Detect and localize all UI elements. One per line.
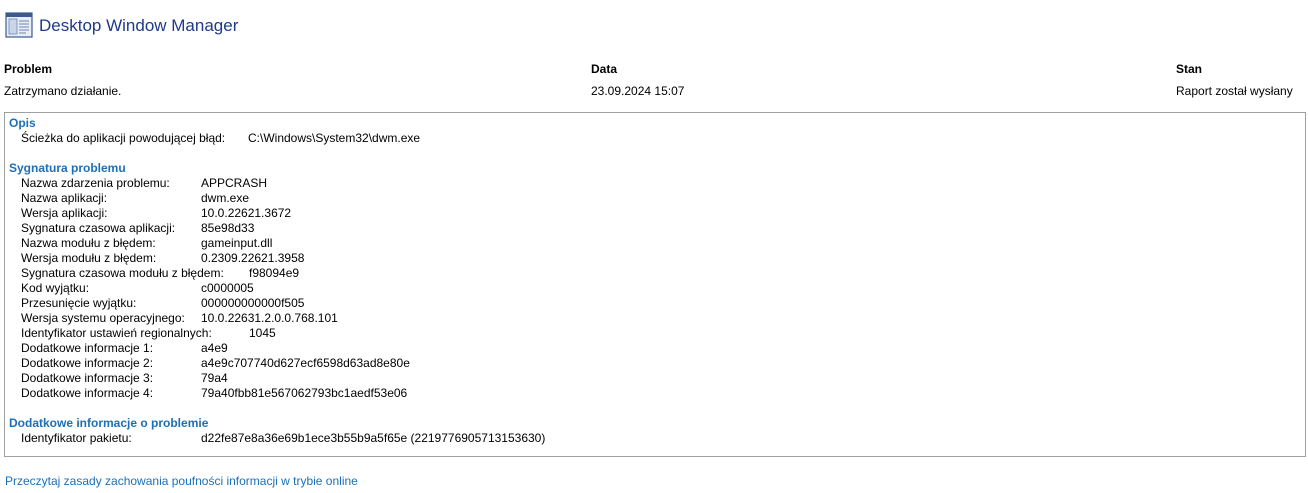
- problem-header: Problem: [4, 62, 53, 76]
- row-value: c0000005: [201, 281, 254, 295]
- row-value: APPCRASH: [201, 176, 268, 190]
- row-label: Identyfikator pakietu:: [21, 431, 132, 445]
- details-panel: Opis Ścieżka do aplikacji powodującej bł…: [4, 112, 1306, 457]
- row-value: 10.0.22631.2.0.0.768.101: [201, 311, 338, 325]
- date-header: Data: [591, 62, 618, 76]
- status-column: Stan Raport został wysłany: [1176, 62, 1293, 98]
- description-title: Opis: [9, 116, 36, 130]
- row-value: 0.2309.22621.3958: [201, 251, 305, 265]
- row-label: Nazwa modułu z błędem:: [21, 236, 156, 250]
- row-label: Dodatkowe informacje 1:: [21, 341, 154, 355]
- row-label: Wersja aplikacji:: [21, 206, 108, 220]
- row-value: a4e9c707740d627ecf6598d63ad8e80e: [201, 356, 410, 370]
- row-label: Nazwa zdarzenia problemu:: [21, 176, 170, 190]
- row-value: d22fe87e8a36e69b1ece3b55b9a5f65e (221977…: [201, 431, 546, 445]
- row-value: 79a40fbb81e567062793bc1aedf53e06: [201, 386, 408, 400]
- status-header: Stan: [1176, 62, 1203, 76]
- date-value: 23.09.2024 15:07: [591, 84, 685, 98]
- page-title: Desktop Window Manager: [39, 16, 239, 35]
- row-value: 10.0.22621.3672: [201, 206, 292, 220]
- row-value: a4e9: [201, 341, 228, 355]
- row-label: Ścieżka do aplikacji powodującej błąd:: [21, 131, 226, 145]
- problem-summary: Problem Zatrzymano działanie. Data 23.09…: [4, 62, 1304, 102]
- row-value: gameinput.dll: [201, 236, 273, 250]
- row-label: Sygnatura czasowa aplikacji:: [21, 221, 176, 235]
- row-label: Wersja modułu z błędem:: [21, 251, 157, 265]
- report-window-icon: [5, 11, 33, 39]
- problem-column: Problem Zatrzymano działanie.: [4, 62, 121, 98]
- row-label: Dodatkowe informacje 4:: [21, 386, 154, 400]
- extra-info-title: Dodatkowe informacje o problemie: [9, 416, 209, 430]
- problem-value: Zatrzymano działanie.: [4, 84, 122, 98]
- row-value: f98094e9: [249, 266, 300, 280]
- row-value: 000000000000f505: [201, 296, 305, 310]
- row-value: 85e98d33: [201, 221, 255, 235]
- row-label: Sygnatura czasowa modułu z błędem:: [21, 266, 224, 280]
- row-value: dwm.exe: [201, 191, 250, 205]
- row-label: Kod wyjątku:: [21, 281, 90, 295]
- row-value: C:\Windows\System32\dwm.exe: [248, 131, 421, 145]
- privacy-policy-link[interactable]: Przeczytaj zasady zachowania poufności i…: [5, 474, 358, 488]
- row-value: 1045: [249, 326, 276, 340]
- signature-title: Sygnatura problemu: [9, 161, 126, 175]
- row-label: Wersja systemu operacyjnego:: [21, 311, 185, 325]
- row-label: Przesunięcie wyjątku:: [21, 296, 137, 310]
- date-column: Data 23.09.2024 15:07: [591, 62, 684, 98]
- status-value: Raport został wysłany: [1176, 84, 1293, 98]
- row-label: Dodatkowe informacje 3:: [21, 371, 154, 385]
- row-label: Identyfikator ustawień regionalnych:: [21, 326, 212, 340]
- row-label: Nazwa aplikacji:: [21, 191, 108, 205]
- row-label: Dodatkowe informacje 2:: [21, 356, 154, 370]
- row-value: 79a4: [201, 371, 228, 385]
